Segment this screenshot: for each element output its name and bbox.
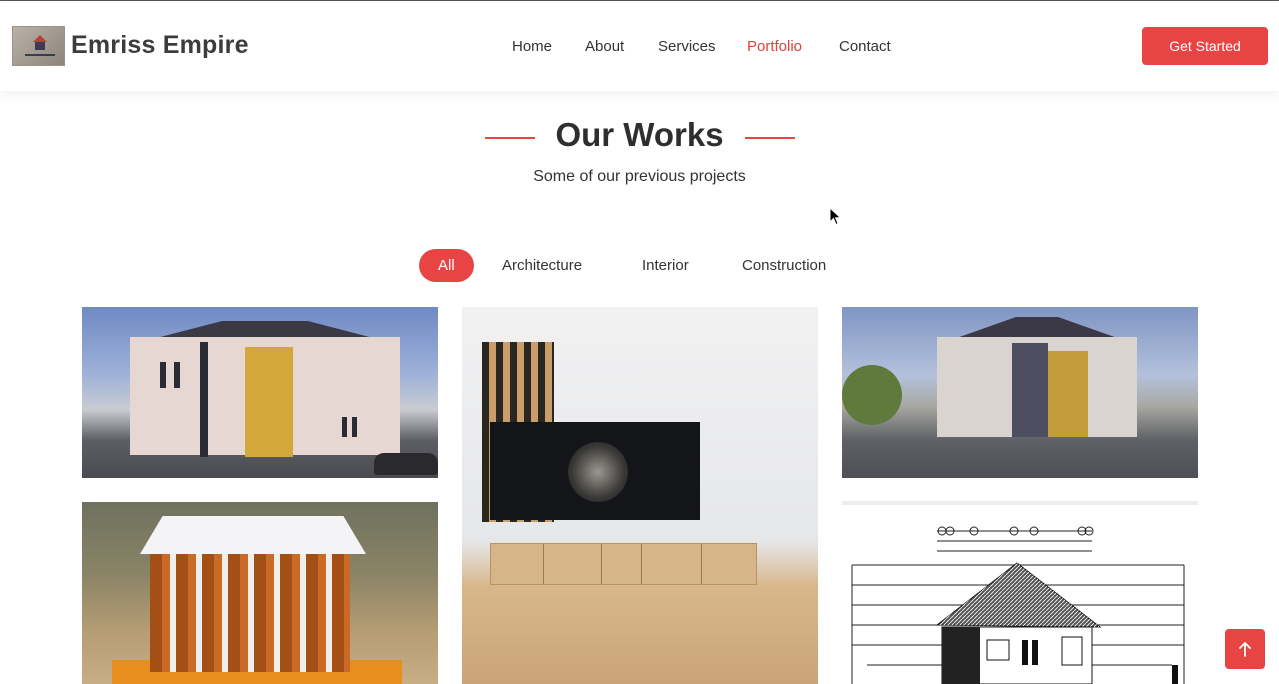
logo-house <box>35 42 45 50</box>
render-car <box>374 453 438 475</box>
elevation-drawing <box>851 526 1185 684</box>
render-yellow-panel <box>245 347 293 457</box>
tv-screen-glow <box>568 442 628 502</box>
cabinet-divider <box>543 544 544 584</box>
nav-portfolio[interactable]: Portfolio <box>747 38 802 55</box>
render-grey-panel <box>1012 343 1048 437</box>
render-column <box>200 342 208 457</box>
filter-architecture[interactable]: Architecture <box>483 249 601 282</box>
site-header: Emriss Empire Home About Services Portfo… <box>0 1 1279 91</box>
brand-name[interactable]: Emriss Empire <box>71 31 249 60</box>
furniture-body <box>150 552 350 672</box>
furniture-top <box>140 516 366 554</box>
nav-about[interactable]: About <box>585 38 624 55</box>
portfolio-image-architectural-drawing[interactable] <box>842 515 1198 684</box>
get-started-button[interactable]: Get Started <box>1142 27 1268 65</box>
nav-contact[interactable]: Contact <box>839 38 891 55</box>
portfolio-image-furniture-piece[interactable] <box>82 502 438 684</box>
portfolio-filters: All Architecture Interior Construction <box>0 249 1279 282</box>
arrow-up-icon <box>1239 642 1251 657</box>
scroll-to-top-button[interactable] <box>1225 629 1265 669</box>
mouse-cursor-icon <box>829 207 842 226</box>
filter-all[interactable]: All <box>419 249 474 282</box>
render-window <box>342 417 347 437</box>
cabinet-divider <box>641 544 642 584</box>
title-decoration-right <box>745 137 795 139</box>
card-divider <box>842 501 1198 505</box>
logo-tagline <box>25 54 55 56</box>
cabinet-divider <box>601 544 602 584</box>
render-yellow-panel <box>1048 351 1088 437</box>
logo-icon[interactable] <box>12 26 65 66</box>
render-window <box>174 362 180 388</box>
filter-interior[interactable]: Interior <box>623 249 708 282</box>
portfolio-image-exterior-render-side[interactable] <box>842 307 1198 478</box>
portfolio-image-interior-tv-wall[interactable] <box>462 307 818 684</box>
nav-services[interactable]: Services <box>658 38 716 55</box>
logo-roof <box>33 35 47 42</box>
nav-home[interactable]: Home <box>512 38 552 55</box>
section-subtitle: Some of our previous projects <box>533 168 746 185</box>
portfolio-image-exterior-render-front[interactable] <box>82 307 438 478</box>
interior-tv-cabinet <box>490 543 757 585</box>
filter-construction[interactable]: Construction <box>723 249 845 282</box>
render-window <box>160 362 166 388</box>
cabinet-divider <box>701 544 702 584</box>
render-window <box>352 417 357 437</box>
section-title: Our Works <box>555 116 724 153</box>
interior-tv <box>490 422 700 520</box>
render-tree <box>842 365 902 425</box>
